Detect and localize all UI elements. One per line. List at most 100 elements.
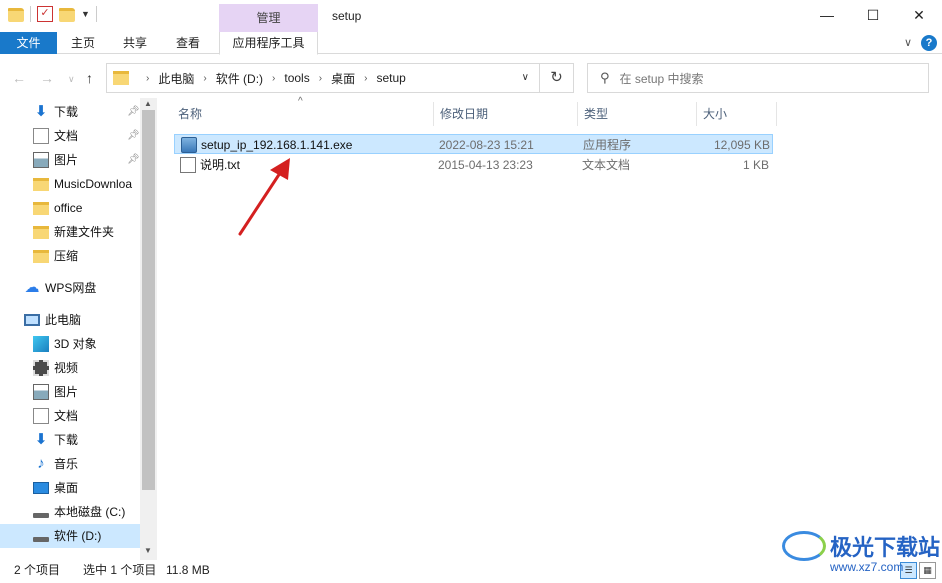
computer-icon	[24, 314, 40, 326]
tab-view[interactable]: 查看	[165, 32, 211, 54]
folder-icon	[33, 177, 49, 191]
search-input[interactable]: ⚲ 在 setup 中搜索	[587, 63, 929, 93]
breadcrumb-chevron-icon[interactable]: ›	[272, 73, 275, 84]
nav-item-3d-objects[interactable]: 3D 对象	[33, 332, 97, 356]
file-date: 2022-08-23 15:21	[439, 138, 534, 152]
column-header-name[interactable]: 名称	[172, 102, 434, 126]
tab-file[interactable]: 文件	[0, 32, 57, 54]
tab-application-tools[interactable]: 应用程序工具	[219, 32, 318, 55]
nav-item-label: 视频	[54, 361, 79, 375]
refresh-button[interactable]: ↻	[540, 63, 574, 93]
nav-item-drive-d[interactable]: 软件 (D:)	[0, 524, 140, 548]
nav-item-documents[interactable]: 文档 📌︎	[33, 124, 140, 148]
nav-item-label: 文档	[54, 409, 79, 423]
column-header-date[interactable]: 修改日期	[434, 102, 578, 126]
nav-item-documents-pc[interactable]: 文档	[33, 404, 78, 428]
manage-tab-header: 管理	[219, 4, 318, 32]
maximize-button[interactable]: ☐	[850, 0, 896, 32]
nav-item-downloads-pc[interactable]: ⬇ 下载	[33, 428, 78, 452]
annotation-arrow-head	[270, 158, 290, 180]
nav-item-label: 此电脑	[45, 313, 82, 327]
nav-item-new-folder[interactable]: 新建文件夹	[33, 220, 114, 244]
scroll-up-icon[interactable]: ▲	[144, 99, 152, 108]
properties-icon[interactable]: ✓	[37, 6, 53, 22]
cloud-icon: ☁	[24, 279, 40, 296]
folder-icon	[33, 249, 49, 263]
nav-item-office[interactable]: office	[33, 196, 82, 220]
address-dropdown-icon[interactable]: ∨	[522, 72, 529, 83]
breadcrumb-desktop[interactable]: 桌面	[331, 70, 355, 87]
nav-item-label: 下载	[54, 105, 79, 119]
refresh-icon: ↻	[550, 69, 563, 86]
status-item-count: 2 个项目	[14, 563, 61, 577]
nav-item-label: 桌面	[54, 481, 79, 495]
document-icon	[33, 408, 49, 424]
nav-item-music[interactable]: ♪ 音乐	[33, 452, 78, 476]
nav-item-downloads[interactable]: ⬇ 下载 📌︎	[33, 100, 140, 124]
folder-icon	[33, 225, 49, 239]
breadcrumb-chevron-icon[interactable]: ›	[146, 73, 149, 84]
nav-item-label: 文档	[54, 129, 79, 143]
annotation-arrow-shaft	[238, 168, 284, 236]
forward-icon[interactable]: →	[40, 70, 54, 86]
new-folder-icon[interactable]	[59, 8, 75, 22]
window-title: setup	[332, 9, 362, 23]
large-icons-view-icon[interactable]: ▦	[919, 562, 936, 579]
tab-home[interactable]: 主页	[60, 32, 106, 54]
minimize-button[interactable]: —	[804, 0, 850, 32]
scroll-down-icon[interactable]: ▼	[144, 546, 152, 555]
customize-toolbar-icon[interactable]: ▼	[81, 9, 90, 19]
breadcrumb-chevron-icon[interactable]: ›	[319, 73, 322, 84]
nav-item-compress[interactable]: 压缩	[33, 244, 78, 268]
folder-icon	[113, 71, 129, 85]
scrollbar-thumb[interactable]	[142, 110, 155, 490]
nav-item-pictures-pc[interactable]: 图片	[33, 380, 78, 404]
file-size: 12,095 KB	[713, 138, 770, 152]
nav-item-desktop[interactable]: 桌面	[33, 476, 78, 500]
back-icon[interactable]: ←	[12, 70, 26, 86]
file-type: 应用程序	[583, 138, 632, 152]
breadcrumb-chevron-icon[interactable]: ›	[364, 73, 367, 84]
nav-item-label: 图片	[54, 153, 79, 167]
pin-icon: 📌︎	[127, 106, 140, 117]
search-placeholder: 在 setup 中搜索	[619, 71, 704, 86]
nav-item-videos[interactable]: 视频	[33, 356, 78, 380]
nav-item-musicdownload[interactable]: MusicDownloa	[33, 172, 132, 196]
pin-icon: 📌︎	[127, 130, 140, 141]
nav-item-label: 3D 对象	[54, 337, 97, 351]
text-file-icon	[180, 157, 196, 173]
breadcrumb-this-pc[interactable]: 此电脑	[158, 70, 194, 87]
breadcrumb-tools[interactable]: tools	[284, 71, 309, 85]
close-button[interactable]: ✕	[896, 0, 942, 32]
nav-item-drive-c[interactable]: 本地磁盘 (C:)	[33, 500, 125, 524]
address-bar[interactable]: › 此电脑 › 软件 (D:) › tools › 桌面 › setup ∨	[106, 63, 540, 93]
nav-item-label: 新建文件夹	[54, 225, 115, 239]
drive-icon	[33, 536, 49, 542]
recent-locations-icon[interactable]: ∨	[68, 74, 75, 85]
video-icon	[33, 360, 49, 376]
annotation-arrow	[238, 158, 290, 236]
breadcrumb-chevron-icon[interactable]: ›	[203, 73, 206, 84]
breadcrumb-drive-d[interactable]: 软件 (D:)	[216, 70, 263, 87]
quick-access-toolbar: ✓ ▼	[8, 6, 97, 22]
nav-item-label: 压缩	[54, 249, 79, 263]
toolbar-divider	[30, 6, 31, 22]
nav-item-pictures[interactable]: 图片 📌︎	[33, 148, 140, 172]
up-icon[interactable]: ↑	[86, 70, 93, 86]
tab-share[interactable]: 共享	[112, 32, 158, 54]
file-date: 2015-04-13 23:23	[438, 158, 533, 172]
download-icon: ⬇	[34, 431, 48, 448]
nav-item-this-pc[interactable]: 此电脑	[24, 308, 81, 332]
nav-scrollbar[interactable]: ▲ ▼	[140, 98, 157, 560]
nav-item-label: office	[54, 201, 83, 215]
view-toggle: ☰ ▦	[900, 562, 936, 579]
status-size: 11.8 MB	[166, 563, 210, 577]
expand-ribbon-icon[interactable]: ∨	[904, 36, 912, 49]
nav-item-wps-drive[interactable]: ☁ WPS网盘	[24, 276, 97, 300]
column-header-type[interactable]: 类型	[578, 102, 697, 126]
breadcrumb-setup[interactable]: setup	[376, 71, 405, 85]
column-header-size[interactable]: 大小	[697, 102, 777, 126]
help-icon[interactable]: ?	[921, 35, 937, 51]
watermark-logo-icon	[782, 531, 826, 561]
ribbon-tabs: 文件 主页 共享 查看 应用程序工具 ∨ ?	[0, 32, 942, 55]
